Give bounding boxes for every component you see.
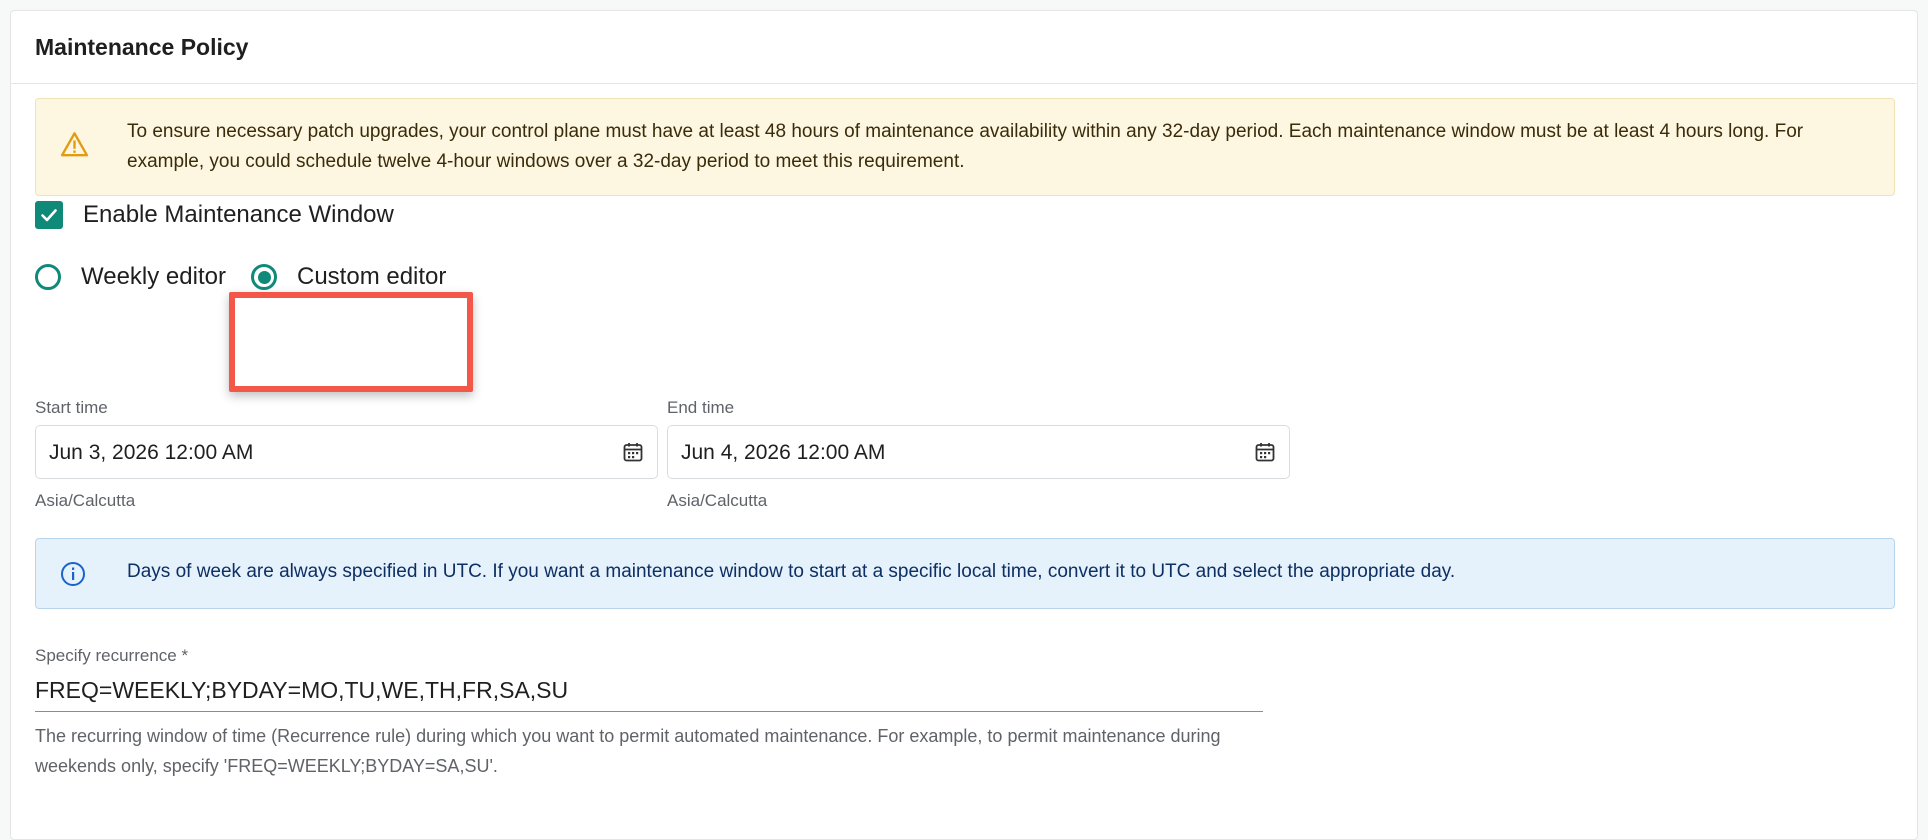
info-text: Days of week are always specified in UTC… [127, 561, 1456, 582]
weekly-editor-radio[interactable] [35, 264, 61, 290]
page-title: Maintenance Policy [35, 33, 249, 60]
card-header: Maintenance Policy [11, 11, 1917, 84]
weekly-editor-label: Weekly editor [81, 263, 226, 290]
start-time-value: Jun 3, 2026 12:00 AM [49, 441, 254, 464]
calendar-icon[interactable] [622, 441, 644, 463]
maintenance-policy-card: Maintenance Policy To ensure necessary p… [10, 10, 1918, 840]
calendar-icon[interactable] [1254, 441, 1276, 463]
radio-weekly-editor[interactable]: Weekly editor [35, 263, 226, 291]
info-icon [61, 562, 85, 586]
enable-window-row[interactable]: Enable Maintenance Window [35, 201, 394, 229]
start-time-timezone: Asia/Calcutta [35, 491, 136, 510]
warning-triangle-icon [60, 132, 89, 157]
info-banner: Days of week are always specified in UTC… [35, 538, 1895, 609]
recurrence-label: Specify recurrence * [35, 646, 189, 665]
start-time-label: Start time [35, 398, 108, 417]
checkmark-icon [41, 209, 57, 222]
recurrence-help-text: The recurring window of time (Recurrence… [35, 726, 1221, 776]
enable-window-label: Enable Maintenance Window [83, 201, 394, 228]
radio-custom-editor[interactable]: Custom editor [251, 263, 446, 291]
custom-editor-label: Custom editor [297, 263, 447, 290]
custom-editor-highlight [229, 292, 473, 392]
radio-selected-dot [257, 270, 271, 284]
end-time-label: End time [667, 398, 735, 417]
end-time-input[interactable]: Jun 4, 2026 12:00 AM [667, 425, 1290, 479]
start-time-input[interactable]: Jun 3, 2026 12:00 AM [35, 425, 658, 479]
end-time-timezone: Asia/Calcutta [667, 491, 768, 510]
warning-text: To ensure necessary patch upgrades, your… [127, 121, 1804, 172]
warning-banner: To ensure necessary patch upgrades, your… [35, 98, 1895, 196]
custom-editor-radio[interactable] [251, 264, 277, 290]
recurrence-input[interactable]: FREQ=WEEKLY;BYDAY=MO,TU,WE,TH,FR,SA,SU [35, 676, 1263, 712]
end-time-value: Jun 4, 2026 12:00 AM [681, 441, 886, 464]
enable-window-checkbox[interactable] [35, 201, 63, 229]
